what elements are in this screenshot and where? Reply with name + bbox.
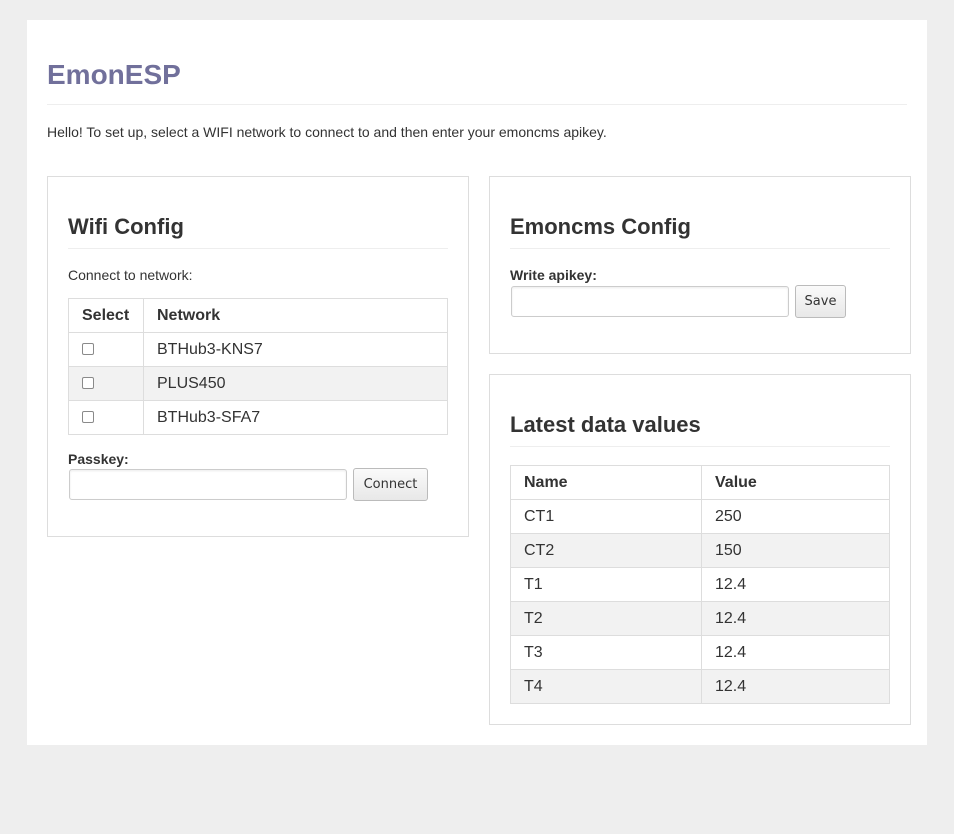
data-table-header: Name Value bbox=[510, 465, 890, 500]
network-select-cell bbox=[68, 332, 144, 367]
data-name-cell: CT2 bbox=[510, 533, 702, 568]
data-row: CT2 150 bbox=[510, 533, 890, 568]
data-row: T1 12.4 bbox=[510, 567, 890, 602]
network-select-checkbox[interactable] bbox=[82, 411, 94, 424]
latest-data-heading: Latest data values bbox=[510, 412, 701, 437]
write-apikey-label: Write apikey: bbox=[510, 267, 597, 283]
data-value-cell: 12.4 bbox=[701, 669, 890, 704]
passkey-input[interactable] bbox=[69, 469, 347, 500]
network-table-header: Select Network bbox=[68, 298, 448, 333]
latest-data-divider bbox=[510, 446, 890, 447]
network-select-cell bbox=[68, 400, 144, 435]
network-name: BTHub3-KNS7 bbox=[143, 332, 448, 367]
apikey-input[interactable] bbox=[511, 286, 789, 317]
page-container: EmonESP Hello! To set up, select a WIFI … bbox=[27, 20, 927, 745]
wifi-config-panel: Wifi Config Connect to network: Select N… bbox=[47, 176, 469, 537]
passkey-label: Passkey: bbox=[68, 451, 129, 467]
network-table: Select Network BTHub3-KNS7 PLUS450 BTHub… bbox=[68, 298, 448, 435]
network-row[interactable]: PLUS450 bbox=[68, 366, 448, 401]
data-row: T4 12.4 bbox=[510, 669, 890, 704]
connect-to-network-label: Connect to network: bbox=[68, 267, 193, 283]
network-select-checkbox[interactable] bbox=[82, 377, 94, 390]
column-header-name: Name bbox=[510, 465, 702, 500]
emoncms-heading-divider bbox=[510, 248, 890, 249]
latest-data-panel: Latest data values Name Value CT1 250 CT… bbox=[489, 374, 911, 725]
network-row[interactable]: BTHub3-KNS7 bbox=[68, 332, 448, 367]
connect-button[interactable]: Connect bbox=[353, 468, 428, 501]
data-value-cell: 150 bbox=[701, 533, 890, 568]
data-value-cell: 12.4 bbox=[701, 601, 890, 636]
network-name: PLUS450 bbox=[143, 366, 448, 401]
app-title: EmonESP bbox=[47, 59, 181, 90]
column-header-network: Network bbox=[143, 298, 448, 333]
network-select-cell bbox=[68, 366, 144, 401]
data-row: T3 12.4 bbox=[510, 635, 890, 670]
data-value-cell: 250 bbox=[701, 499, 890, 534]
network-select-checkbox[interactable] bbox=[82, 343, 94, 356]
network-name: BTHub3-SFA7 bbox=[143, 400, 448, 435]
data-name-cell: CT1 bbox=[510, 499, 702, 534]
data-name-cell: T2 bbox=[510, 601, 702, 636]
column-header-select: Select bbox=[68, 298, 144, 333]
data-name-cell: T3 bbox=[510, 635, 702, 670]
data-value-cell: 12.4 bbox=[701, 567, 890, 602]
network-row[interactable]: BTHub3-SFA7 bbox=[68, 400, 448, 435]
emoncms-config-heading: Emoncms Config bbox=[510, 214, 691, 239]
emoncms-config-panel: Emoncms Config Write apikey: Save bbox=[489, 176, 911, 354]
data-row: CT1 250 bbox=[510, 499, 890, 534]
save-button[interactable]: Save bbox=[795, 285, 846, 318]
data-name-cell: T1 bbox=[510, 567, 702, 602]
data-value-cell: 12.4 bbox=[701, 635, 890, 670]
data-row: T2 12.4 bbox=[510, 601, 890, 636]
title-divider bbox=[47, 104, 907, 105]
column-header-value: Value bbox=[701, 465, 890, 500]
wifi-config-heading: Wifi Config bbox=[68, 214, 184, 239]
wifi-heading-divider bbox=[68, 248, 448, 249]
data-values-table: Name Value CT1 250 CT2 150 T1 12.4 T2 12… bbox=[510, 465, 890, 704]
data-name-cell: T4 bbox=[510, 669, 702, 704]
intro-text: Hello! To set up, select a WIFI network … bbox=[47, 124, 607, 140]
